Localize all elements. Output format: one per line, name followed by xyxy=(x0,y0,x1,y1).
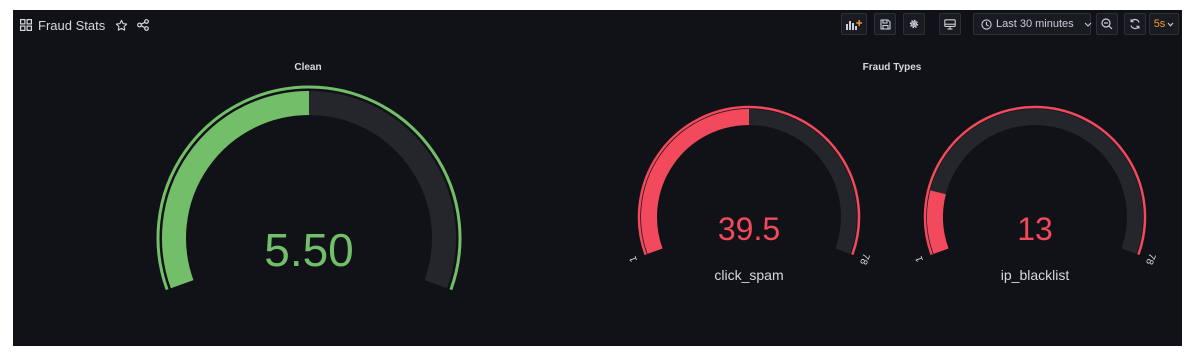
gauge-max-label: 78 xyxy=(857,252,871,267)
clean-gauge-value: 5.50 xyxy=(264,224,354,276)
gauge-value-arc xyxy=(927,190,949,254)
dashboard-canvas: Fraud Stats Last 30 minutes 5s Clean Fra… xyxy=(13,10,1182,346)
gauge-max-label: 78 xyxy=(1143,252,1157,267)
click-spam-gauge-name: click_spam xyxy=(714,267,784,283)
ip-blacklist-gauge-name: ip_blacklist xyxy=(1000,267,1070,283)
gauge-min-label: 1 xyxy=(628,254,640,263)
ip-blacklist-gauge-value: 13 xyxy=(1017,211,1053,247)
gauge-graphics: 1 78 1 78 xyxy=(156,85,1157,291)
gauge-min-label: 1 xyxy=(914,254,926,263)
click-spam-gauge-value: 39.5 xyxy=(717,211,781,247)
